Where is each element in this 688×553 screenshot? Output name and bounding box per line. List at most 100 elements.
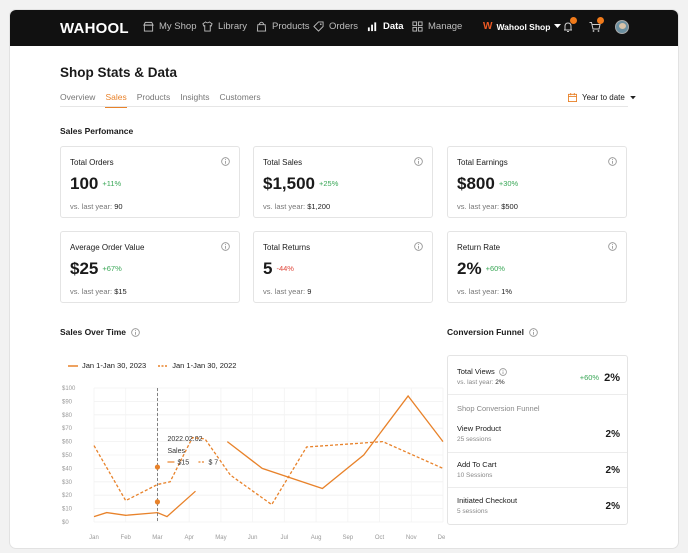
card-label: Total Orders bbox=[70, 158, 114, 167]
wahool-mark-icon: W bbox=[483, 21, 493, 32]
cmp-label: vs. last year: bbox=[457, 379, 494, 386]
user-avatar[interactable] bbox=[615, 20, 629, 34]
nav-label: Products bbox=[272, 21, 310, 32]
cmp-value: $1,200 bbox=[307, 202, 331, 211]
y-tick-label: $40 bbox=[62, 466, 73, 472]
app-window: WAHOOL My Shop Library Products Orders D… bbox=[10, 10, 678, 548]
section-title-text: Sales Perfomance bbox=[60, 126, 134, 136]
step-label: View Product bbox=[457, 424, 502, 433]
hover-point bbox=[154, 499, 161, 505]
cmp-label: vs. last year: bbox=[263, 202, 306, 211]
nav-my-shop[interactable]: My Shop bbox=[143, 21, 197, 32]
date-range-label: Year to date bbox=[582, 93, 625, 102]
wahool-logo[interactable]: WAHOOL bbox=[60, 20, 129, 37]
shirt-icon bbox=[202, 21, 213, 32]
series-line-current bbox=[226, 394, 444, 490]
bag-icon bbox=[256, 21, 267, 32]
info-icon[interactable] bbox=[414, 242, 423, 251]
card-label: Total Sales bbox=[263, 158, 303, 167]
step-value: 2% bbox=[605, 465, 620, 476]
info-icon[interactable] bbox=[608, 242, 617, 251]
x-tick-label: Jun bbox=[248, 535, 258, 541]
nav-data[interactable]: Data bbox=[367, 21, 404, 32]
y-tick-label: $0 bbox=[62, 520, 69, 526]
y-tick-label: $60 bbox=[62, 440, 73, 446]
card-total-orders: Total Orders 100 +11% vs. last year: 90 bbox=[60, 146, 240, 218]
info-icon[interactable] bbox=[221, 157, 230, 166]
nav-orders[interactable]: Orders bbox=[313, 21, 358, 32]
card-total-earnings: Total Earnings $800 +30% vs. last year: $… bbox=[447, 146, 627, 218]
solid-line-icon bbox=[68, 364, 78, 367]
x-tick-label: Aug bbox=[311, 535, 322, 541]
x-tick-label: Jan bbox=[89, 535, 99, 541]
cmp-label: vs. last year: bbox=[70, 202, 113, 211]
cart-badge bbox=[597, 17, 604, 24]
info-icon[interactable] bbox=[414, 157, 423, 166]
sales-over-time-chart[interactable]: $0 $10 $20 $30 $40 $50 $60 $70 $80 $90 $100 Jan Feb M… bbox=[60, 376, 445, 548]
card-change: +60% bbox=[485, 264, 505, 273]
legend-item-2022[interactable]: Jan 1-Jan 30, 2022 bbox=[158, 361, 236, 370]
tag-icon bbox=[313, 21, 324, 32]
step-sessions: 25 sessions bbox=[457, 436, 492, 443]
total-views-value: +60% 2% bbox=[580, 372, 620, 384]
funnel-divider bbox=[448, 394, 627, 395]
date-range-selector[interactable]: Year to date bbox=[568, 93, 636, 102]
x-tick-label: Mar bbox=[152, 535, 162, 541]
page-title: Shop Stats & Data bbox=[60, 65, 178, 80]
cmp-label: vs. last year: bbox=[70, 287, 113, 296]
step-sessions: 5 sessions bbox=[457, 508, 488, 515]
nav-label: Library bbox=[218, 21, 248, 32]
info-icon[interactable] bbox=[608, 157, 617, 166]
nav-label: Data bbox=[383, 21, 404, 32]
card-value-text: $1,500 bbox=[263, 174, 315, 193]
total-views-change: +60% bbox=[579, 373, 600, 382]
info-icon[interactable] bbox=[529, 327, 538, 337]
step-sessions: 10 Sessions bbox=[457, 472, 493, 479]
nav-label: Orders bbox=[329, 21, 359, 32]
card-comparison: vs. last year: $15 bbox=[70, 287, 127, 296]
card-value: 100 +11% bbox=[70, 174, 121, 194]
card-value: 2% +60% bbox=[457, 259, 505, 279]
x-tick-label: Sep bbox=[342, 535, 353, 541]
cmp-value: $15 bbox=[114, 287, 127, 296]
card-value: $800 +30% bbox=[457, 174, 518, 194]
notifications-button[interactable] bbox=[562, 17, 577, 38]
dashed-line-icon bbox=[158, 364, 169, 367]
nav-manage[interactable]: Manage bbox=[412, 21, 462, 32]
conversion-funnel-title: Conversion Funnel bbox=[447, 327, 538, 337]
info-icon[interactable] bbox=[498, 367, 507, 376]
funnel-total-views: Total Views vs. last year: 2% +60% 2% bbox=[457, 367, 620, 386]
tabs-divider bbox=[60, 106, 628, 107]
y-tick-label: $10 bbox=[62, 507, 73, 513]
cart-button[interactable] bbox=[589, 17, 604, 38]
cmp-value: 9 bbox=[307, 287, 312, 296]
funnel-step-view-product: View Product 25 sessions 2% bbox=[457, 424, 620, 443]
card-label: Average Order Value bbox=[70, 243, 145, 252]
total-views-text: Total Views bbox=[457, 367, 495, 376]
x-tick-label: Nov bbox=[406, 535, 417, 541]
y-tick-label: $90 bbox=[62, 399, 73, 405]
info-icon[interactable] bbox=[131, 327, 140, 337]
funnel-step-add-to-cart: Add To Cart 10 Sessions 2% bbox=[457, 460, 620, 479]
card-value-text: 5 bbox=[263, 259, 273, 278]
tooltip-date: 2022.02.02 bbox=[167, 436, 202, 443]
cmp-value: 1% bbox=[501, 287, 513, 296]
nav-library[interactable]: Library bbox=[202, 21, 247, 32]
cmp-label: vs. last year: bbox=[457, 202, 500, 211]
bar-chart-icon bbox=[367, 22, 377, 32]
card-label: Total Returns bbox=[263, 243, 311, 252]
step-label: Add To Cart bbox=[457, 460, 497, 469]
tooltip-label: Sales bbox=[167, 448, 185, 455]
nav-products[interactable]: Products bbox=[256, 21, 310, 32]
card-comparison: vs. last year: $1,200 bbox=[263, 202, 330, 211]
funnel-step-initiated-checkout: Initiated Checkout 5 sessions 2% bbox=[457, 496, 620, 515]
legend-item-2023[interactable]: Jan 1-Jan 30, 2023 bbox=[68, 361, 146, 370]
card-value: 5 -44% bbox=[263, 259, 294, 279]
shop-selector[interactable]: W Wahool Shop bbox=[483, 21, 562, 32]
card-label: Return Rate bbox=[457, 243, 501, 252]
info-icon[interactable] bbox=[221, 242, 230, 251]
card-value-text: $800 bbox=[457, 174, 495, 193]
card-change: +25% bbox=[319, 179, 339, 188]
section-title-text: Sales Over Time bbox=[60, 327, 126, 337]
y-tick-label: $100 bbox=[62, 386, 76, 392]
